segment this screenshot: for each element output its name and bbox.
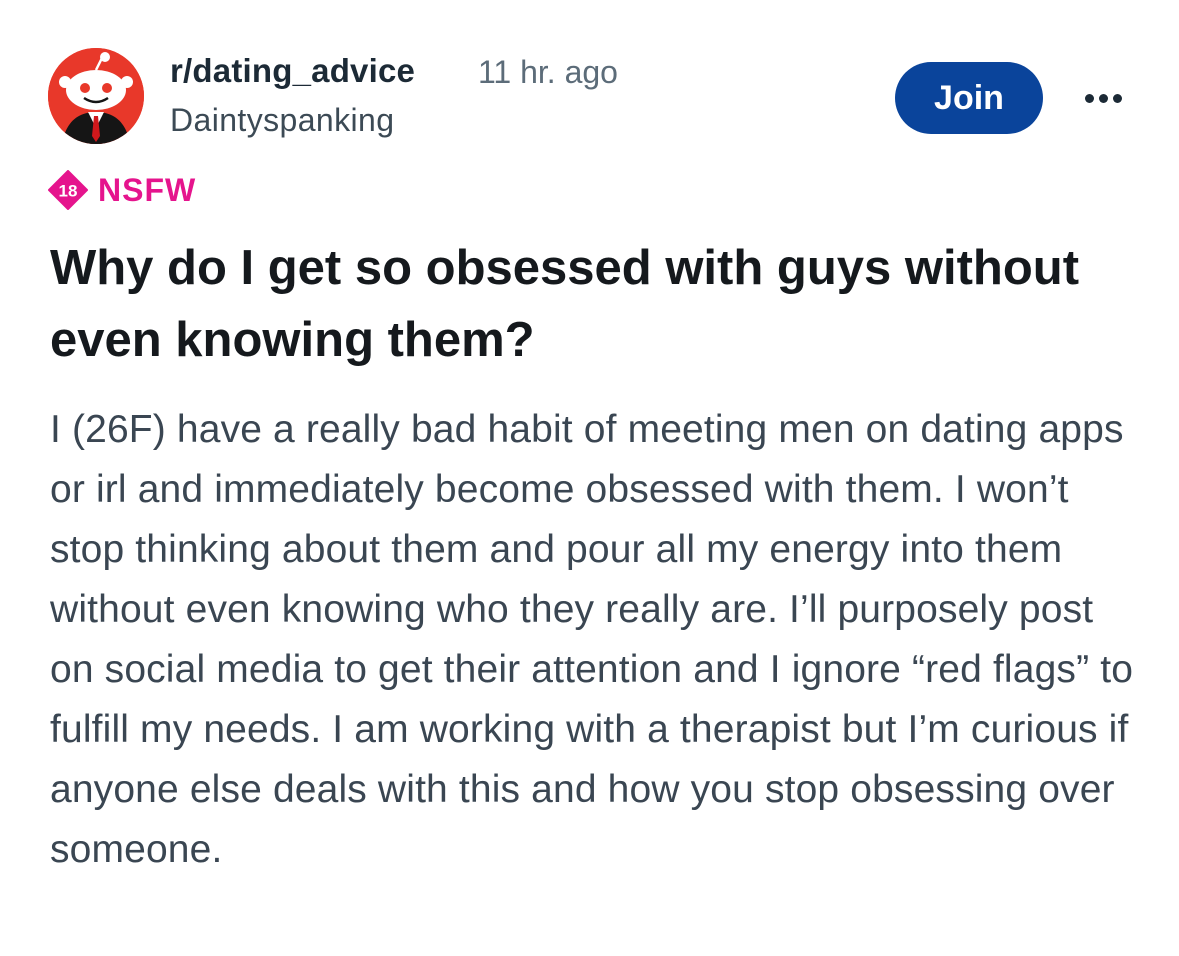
- more-horizontal-icon: [1098, 93, 1108, 103]
- post-timestamp: 11 hr. ago: [478, 54, 618, 90]
- post-author[interactable]: Daintyspanking: [170, 102, 394, 139]
- post-body: I (26F) have a really bad habit of meeti…: [50, 408, 1134, 871]
- subreddit-name[interactable]: r/dating_advice: [170, 52, 415, 90]
- more-horizontal-icon: [1084, 93, 1094, 103]
- post-title[interactable]: Why do I get so obsessed with guys witho…: [50, 232, 1110, 376]
- join-button[interactable]: Join: [895, 62, 1043, 134]
- nsfw-label: NSFW: [98, 171, 197, 208]
- more-horizontal-icon: [1112, 93, 1122, 103]
- nsfw-badge-text: 18: [59, 182, 78, 201]
- nsfw-18-icon: 18: [48, 170, 88, 210]
- nsfw-tag: 18 NSFW: [48, 170, 197, 210]
- post-card: r/dating_advice 11 hr. ago Daintyspankin…: [0, 0, 1179, 956]
- subreddit-avatar[interactable]: [48, 48, 144, 144]
- snoo-icon: [48, 48, 144, 144]
- more-options-button[interactable]: [1078, 82, 1128, 114]
